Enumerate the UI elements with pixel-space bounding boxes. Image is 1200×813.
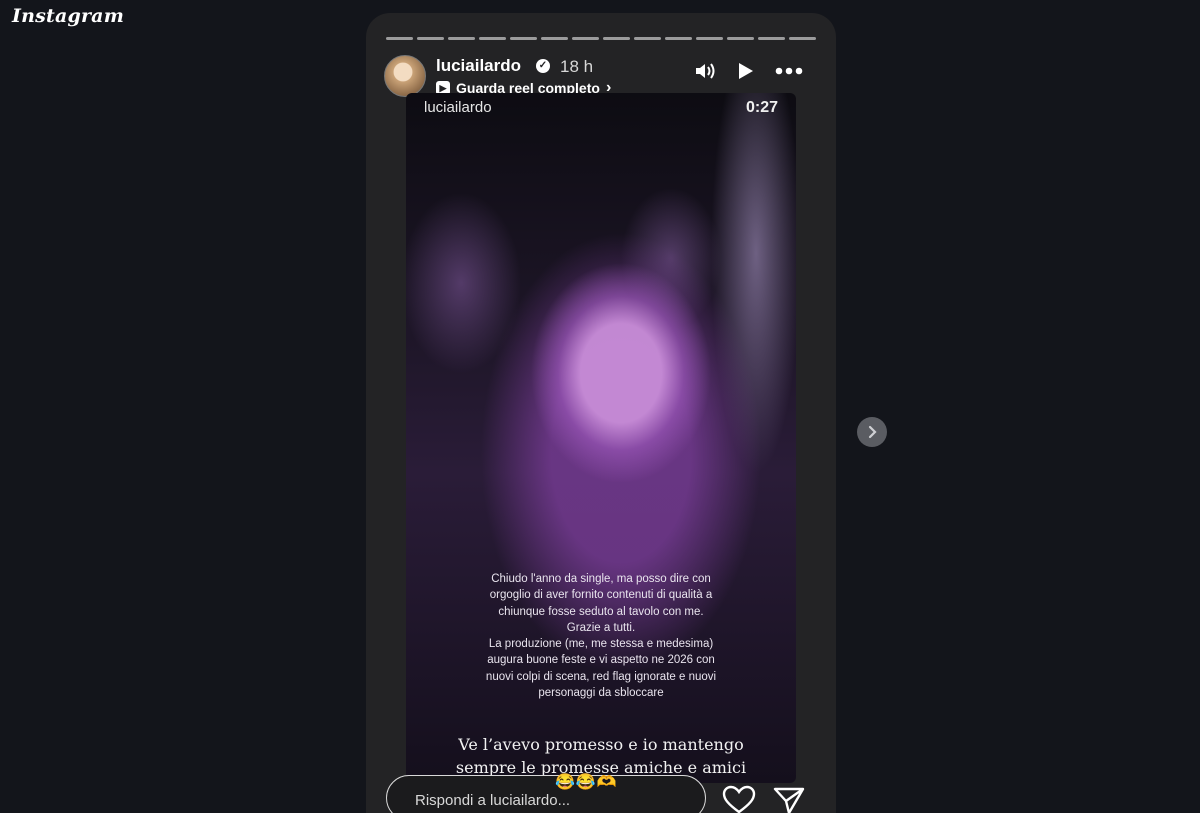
video-caption: Chiudo l'anno da single, ma posso dire c… xyxy=(485,573,717,700)
heart-icon[interactable] xyxy=(722,785,756,813)
video-watermark-username: luciailardo xyxy=(424,99,492,116)
volume-icon xyxy=(696,63,715,79)
progress-segment xyxy=(789,37,816,40)
more-icon xyxy=(775,67,803,75)
reply-placeholder: Rispondi a luciailardo... xyxy=(415,792,571,809)
play-icon xyxy=(739,63,753,79)
reaction-emojis[interactable]: 😂😂🫶 xyxy=(555,772,618,792)
volume-button[interactable] xyxy=(694,61,716,81)
progress-segment xyxy=(758,37,785,40)
verified-badge-icon: ✓ xyxy=(536,59,550,73)
progress-segment xyxy=(479,37,506,40)
instagram-logo[interactable]: Instagram xyxy=(12,5,124,27)
post-time: 18 h xyxy=(560,57,594,76)
chevron-right-icon xyxy=(868,425,877,439)
next-story-button[interactable] xyxy=(857,417,887,447)
video-timestamp: 0:27 xyxy=(745,99,778,116)
progress-segment xyxy=(510,37,537,40)
story-video[interactable]: luciailardo 0:27 Chiudo l'anno da single… xyxy=(406,93,796,783)
reply-input[interactable]: Rispondi a luciailardo... 😂😂🫶 xyxy=(386,772,706,813)
share-icon[interactable] xyxy=(772,785,806,813)
play-button[interactable] xyxy=(734,61,756,81)
progress-segment xyxy=(665,37,692,40)
progress-segment xyxy=(417,37,444,40)
username[interactable]: luciailardo xyxy=(436,56,521,76)
progress-segment xyxy=(603,37,630,40)
avatar[interactable] xyxy=(384,55,426,97)
progress-segment xyxy=(727,37,754,40)
progress-segment xyxy=(634,37,661,40)
progress-segment xyxy=(448,37,475,40)
progress-segment xyxy=(572,37,599,40)
progress-segment xyxy=(386,37,413,40)
progress-segment xyxy=(541,37,568,40)
story-viewer: luciailardo ✓ 18 h ▶ Guarda reel complet… xyxy=(366,13,836,813)
more-button[interactable] xyxy=(774,61,804,81)
progress-segment xyxy=(696,37,723,40)
story-progress-bar xyxy=(386,37,816,40)
